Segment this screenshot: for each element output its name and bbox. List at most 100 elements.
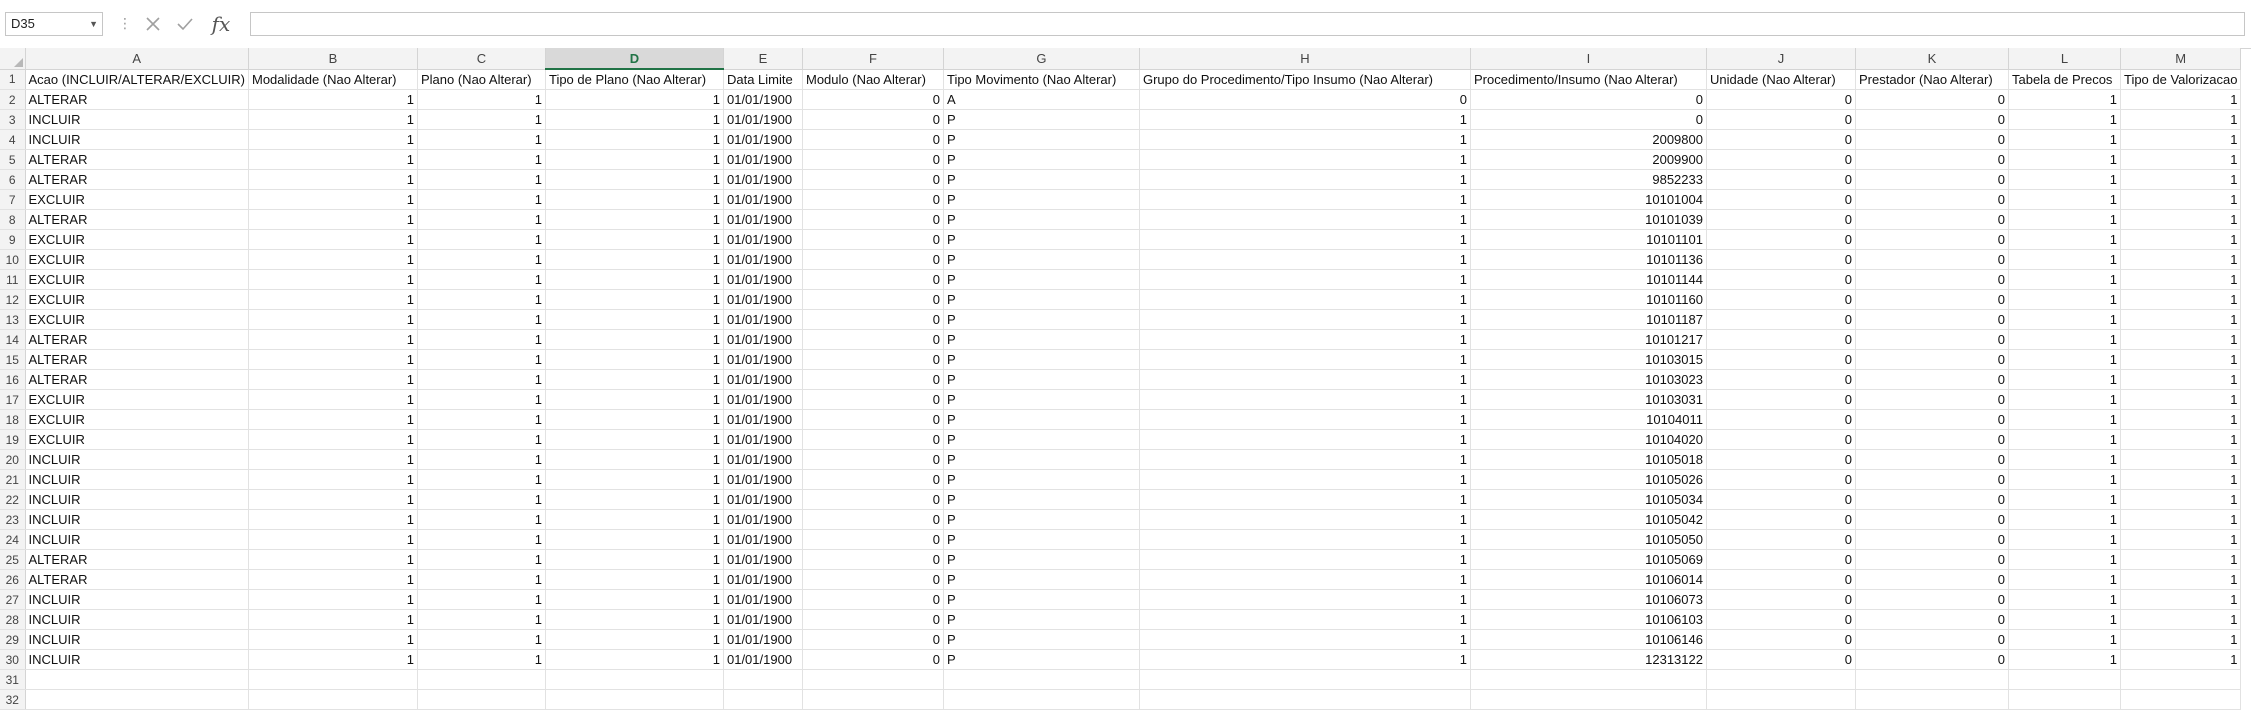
cell-g9[interactable]: P bbox=[943, 229, 1140, 250]
cell-d9[interactable]: 1 bbox=[545, 229, 724, 250]
cell-h4[interactable]: 1 bbox=[1139, 129, 1471, 150]
cell-d6[interactable]: 1 bbox=[545, 169, 724, 190]
cell-k16[interactable]: 0 bbox=[1855, 369, 2009, 390]
cell-d28[interactable]: 1 bbox=[545, 609, 724, 630]
row-header[interactable]: 18 bbox=[0, 409, 26, 430]
cell-h5[interactable]: 1 bbox=[1139, 149, 1471, 170]
cell-k2[interactable]: 0 bbox=[1855, 89, 2009, 110]
cell-h18[interactable]: 1 bbox=[1139, 409, 1471, 430]
cell-m9[interactable]: 1 bbox=[2120, 229, 2242, 250]
cell-g23[interactable]: P bbox=[943, 509, 1140, 530]
cell-f8[interactable]: 0 bbox=[802, 209, 944, 230]
cell-l9[interactable]: 1 bbox=[2008, 229, 2121, 250]
cell-b9[interactable]: 1 bbox=[248, 229, 418, 250]
cell-c21[interactable]: 1 bbox=[417, 469, 546, 490]
cell-b3[interactable]: 1 bbox=[248, 109, 418, 130]
cell-m10[interactable]: 1 bbox=[2120, 249, 2242, 270]
cell-c8[interactable]: 1 bbox=[417, 209, 546, 230]
cell-b31[interactable] bbox=[248, 669, 418, 690]
cell-c19[interactable]: 1 bbox=[417, 429, 546, 450]
cell-m28[interactable]: 1 bbox=[2120, 609, 2242, 630]
column-header-g[interactable]: G bbox=[943, 48, 1140, 70]
cell-m7[interactable]: 1 bbox=[2120, 189, 2242, 210]
cell-k31[interactable] bbox=[1855, 669, 2009, 690]
cell-f25[interactable]: 0 bbox=[802, 549, 944, 570]
cell-l10[interactable]: 1 bbox=[2008, 249, 2121, 270]
row-header[interactable]: 10 bbox=[0, 249, 26, 270]
cell-m4[interactable]: 1 bbox=[2120, 129, 2242, 150]
cell-a16[interactable]: ALTERAR bbox=[25, 369, 249, 390]
cell-l24[interactable]: 1 bbox=[2008, 529, 2121, 550]
cell-k3[interactable]: 0 bbox=[1855, 109, 2009, 130]
cell-k14[interactable]: 0 bbox=[1855, 329, 2009, 350]
cell-k30[interactable]: 0 bbox=[1855, 649, 2009, 670]
cell-k13[interactable]: 0 bbox=[1855, 309, 2009, 330]
cell-d21[interactable]: 1 bbox=[545, 469, 724, 490]
cell-i12[interactable]: 10101160 bbox=[1470, 289, 1707, 310]
cell-k22[interactable]: 0 bbox=[1855, 489, 2009, 510]
cell-m16[interactable]: 1 bbox=[2120, 369, 2242, 390]
cell-b19[interactable]: 1 bbox=[248, 429, 418, 450]
cell-a13[interactable]: EXCLUIR bbox=[25, 309, 249, 330]
row-header[interactable]: 7 bbox=[0, 189, 26, 210]
cell-l32[interactable] bbox=[2008, 689, 2121, 710]
column-header-f[interactable]: F bbox=[802, 48, 944, 70]
cell-f7[interactable]: 0 bbox=[802, 189, 944, 210]
cell-m22[interactable]: 1 bbox=[2120, 489, 2242, 510]
cell-b16[interactable]: 1 bbox=[248, 369, 418, 390]
cell-g26[interactable]: P bbox=[943, 569, 1140, 590]
cell-i17[interactable]: 10103031 bbox=[1470, 389, 1707, 410]
cell-k17[interactable]: 0 bbox=[1855, 389, 2009, 410]
cell-j22[interactable]: 0 bbox=[1706, 489, 1856, 510]
cell-d24[interactable]: 1 bbox=[545, 529, 724, 550]
row-header[interactable]: 13 bbox=[0, 309, 26, 330]
row-header[interactable]: 23 bbox=[0, 509, 26, 530]
cell-f27[interactable]: 0 bbox=[802, 589, 944, 610]
cell-m20[interactable]: 1 bbox=[2120, 449, 2242, 470]
cell-j3[interactable]: 0 bbox=[1706, 109, 1856, 130]
cell-i8[interactable]: 10101039 bbox=[1470, 209, 1707, 230]
cell-b28[interactable]: 1 bbox=[248, 609, 418, 630]
cell-j10[interactable]: 0 bbox=[1706, 249, 1856, 270]
cell-j8[interactable]: 0 bbox=[1706, 209, 1856, 230]
row-header[interactable]: 30 bbox=[0, 649, 26, 670]
cell-b27[interactable]: 1 bbox=[248, 589, 418, 610]
cell-a12[interactable]: EXCLUIR bbox=[25, 289, 249, 310]
cell-g19[interactable]: P bbox=[943, 429, 1140, 450]
cell-l20[interactable]: 1 bbox=[2008, 449, 2121, 470]
cell-g22[interactable]: P bbox=[943, 489, 1140, 510]
cell-g17[interactable]: P bbox=[943, 389, 1140, 410]
row-header[interactable]: 22 bbox=[0, 489, 26, 510]
cell-g28[interactable]: P bbox=[943, 609, 1140, 630]
cell-j30[interactable]: 0 bbox=[1706, 649, 1856, 670]
cell-g10[interactable]: P bbox=[943, 249, 1140, 270]
cell-m18[interactable]: 1 bbox=[2120, 409, 2242, 430]
cell-f9[interactable]: 0 bbox=[802, 229, 944, 250]
cell-b1[interactable]: Modalidade (Nao Alterar) bbox=[248, 69, 418, 90]
cell-k25[interactable]: 0 bbox=[1855, 549, 2009, 570]
cell-g7[interactable]: P bbox=[943, 189, 1140, 210]
cell-h2[interactable]: 0 bbox=[1139, 89, 1471, 110]
cell-d23[interactable]: 1 bbox=[545, 509, 724, 530]
cell-i26[interactable]: 10106014 bbox=[1470, 569, 1707, 590]
cell-a17[interactable]: EXCLUIR bbox=[25, 389, 249, 410]
cell-i24[interactable]: 10105050 bbox=[1470, 529, 1707, 550]
cell-h29[interactable]: 1 bbox=[1139, 629, 1471, 650]
cell-g25[interactable]: P bbox=[943, 549, 1140, 570]
cell-h8[interactable]: 1 bbox=[1139, 209, 1471, 230]
cell-l30[interactable]: 1 bbox=[2008, 649, 2121, 670]
cell-a18[interactable]: EXCLUIR bbox=[25, 409, 249, 430]
cell-l2[interactable]: 1 bbox=[2008, 89, 2121, 110]
cell-i1[interactable]: Procedimento/Insumo (Nao Alterar) bbox=[1470, 69, 1707, 90]
chevron-down-icon[interactable]: ▼ bbox=[89, 13, 98, 35]
cell-f15[interactable]: 0 bbox=[802, 349, 944, 370]
cell-j13[interactable]: 0 bbox=[1706, 309, 1856, 330]
cell-h12[interactable]: 1 bbox=[1139, 289, 1471, 310]
cell-b26[interactable]: 1 bbox=[248, 569, 418, 590]
cell-i22[interactable]: 10105034 bbox=[1470, 489, 1707, 510]
name-box[interactable]: D35 ▼ bbox=[5, 12, 103, 36]
cell-e9[interactable]: 01/01/1900 bbox=[723, 229, 803, 250]
cell-f14[interactable]: 0 bbox=[802, 329, 944, 350]
cell-j16[interactable]: 0 bbox=[1706, 369, 1856, 390]
cell-c26[interactable]: 1 bbox=[417, 569, 546, 590]
